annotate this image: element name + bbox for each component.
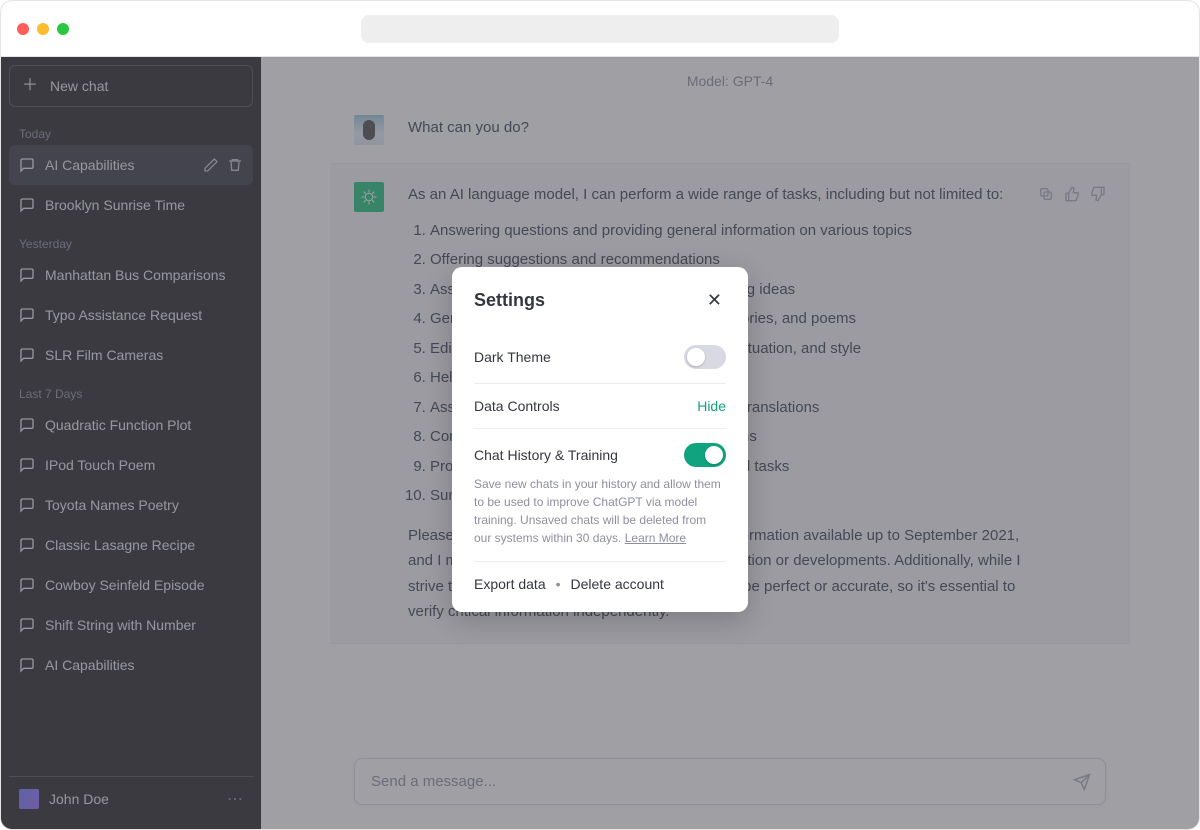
data-controls-toggle-link[interactable]: Hide bbox=[697, 398, 726, 414]
dark-theme-label: Dark Theme bbox=[474, 349, 551, 365]
separator-dot: • bbox=[556, 576, 561, 592]
dark-theme-toggle[interactable] bbox=[684, 345, 726, 369]
export-data-link[interactable]: Export data bbox=[474, 576, 546, 592]
history-training-description: Save new chats in your history and allow… bbox=[474, 475, 726, 561]
close-icon[interactable]: ✕ bbox=[703, 287, 726, 313]
settings-modal: Settings ✕ Dark Theme Data Controls Hide… bbox=[452, 267, 748, 612]
settings-title: Settings bbox=[474, 290, 545, 311]
window-controls bbox=[17, 23, 69, 35]
dark-theme-row: Dark Theme bbox=[474, 331, 726, 384]
address-bar[interactable] bbox=[361, 15, 839, 43]
learn-more-link[interactable]: Learn More bbox=[625, 531, 686, 545]
app-window: ＋ New chat TodayAI CapabilitiesBrooklyn … bbox=[0, 0, 1200, 830]
maximize-window-button[interactable] bbox=[57, 23, 69, 35]
close-window-button[interactable] bbox=[17, 23, 29, 35]
account-actions: Export data • Delete account bbox=[474, 562, 726, 592]
delete-account-link[interactable]: Delete account bbox=[571, 576, 664, 592]
data-controls-label: Data Controls bbox=[474, 398, 560, 414]
history-training-toggle[interactable] bbox=[684, 443, 726, 467]
minimize-window-button[interactable] bbox=[37, 23, 49, 35]
history-training-row: Chat History & Training bbox=[474, 429, 726, 475]
titlebar bbox=[1, 1, 1199, 57]
history-training-label: Chat History & Training bbox=[474, 447, 618, 463]
data-controls-row: Data Controls Hide bbox=[474, 384, 726, 429]
modal-overlay[interactable]: Settings ✕ Dark Theme Data Controls Hide… bbox=[1, 57, 1199, 829]
